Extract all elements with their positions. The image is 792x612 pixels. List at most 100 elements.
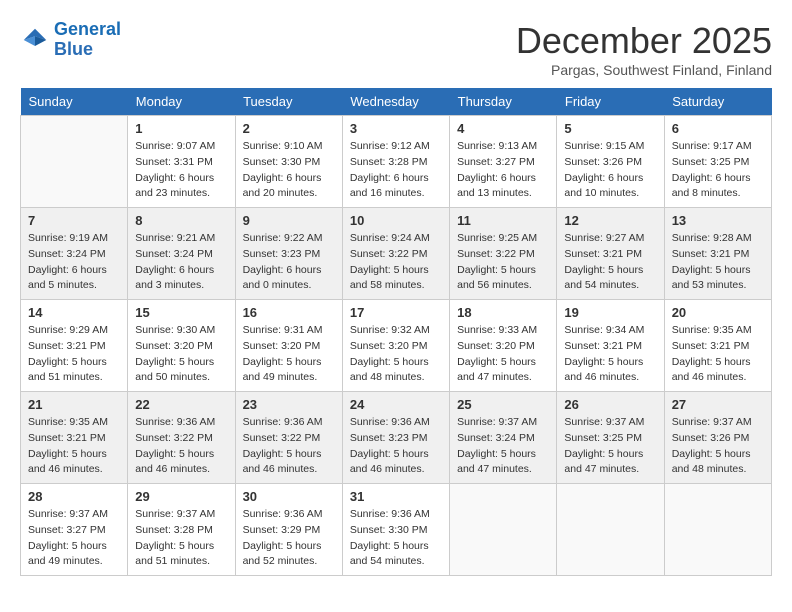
calendar-cell: 15 Sunrise: 9:30 AMSunset: 3:20 PMDayligh… bbox=[128, 300, 235, 392]
week-row-4: 21 Sunrise: 9:35 AMSunset: 3:21 PMDayligh… bbox=[21, 392, 772, 484]
calendar-cell: 9 Sunrise: 9:22 AMSunset: 3:23 PMDaylight… bbox=[235, 208, 342, 300]
calendar-cell: 22 Sunrise: 9:36 AMSunset: 3:22 PMDayligh… bbox=[128, 392, 235, 484]
day-info: Sunrise: 9:13 AMSunset: 3:27 PMDaylight:… bbox=[457, 139, 549, 202]
week-row-2: 7 Sunrise: 9:19 AMSunset: 3:24 PMDaylight… bbox=[21, 208, 772, 300]
logo: General Blue bbox=[20, 20, 121, 60]
day-info: Sunrise: 9:37 AMSunset: 3:27 PMDaylight:… bbox=[28, 507, 120, 570]
day-info: Sunrise: 9:34 AMSunset: 3:21 PMDaylight:… bbox=[564, 323, 656, 386]
calendar-cell: 10 Sunrise: 9:24 AMSunset: 3:22 PMDayligh… bbox=[342, 208, 449, 300]
calendar-cell: 14Sunrise: 9:29 AMSunset: 3:21 PMDayligh… bbox=[21, 300, 128, 392]
calendar-cell bbox=[21, 116, 128, 208]
day-info: Sunrise: 9:28 AMSunset: 3:21 PMDaylight:… bbox=[672, 231, 764, 294]
day-number: 26 bbox=[564, 397, 656, 412]
day-number: 30 bbox=[243, 489, 335, 504]
day-number: 28 bbox=[28, 489, 120, 504]
day-info: Sunrise: 9:19 AMSunset: 3:24 PMDaylight:… bbox=[28, 231, 120, 294]
day-number: 5 bbox=[564, 121, 656, 136]
calendar-cell: 1 Sunrise: 9:07 AMSunset: 3:31 PMDaylight… bbox=[128, 116, 235, 208]
calendar-cell: 29 Sunrise: 9:37 AMSunset: 3:28 PMDayligh… bbox=[128, 484, 235, 576]
day-info: Sunrise: 9:35 AMSunset: 3:21 PMDaylight:… bbox=[672, 323, 764, 386]
day-info: Sunrise: 9:36 AMSunset: 3:22 PMDaylight:… bbox=[243, 415, 335, 478]
day-number: 19 bbox=[564, 305, 656, 320]
day-info: Sunrise: 9:17 AMSunset: 3:25 PMDaylight:… bbox=[672, 139, 764, 202]
day-number: 16 bbox=[243, 305, 335, 320]
day-number: 7 bbox=[28, 213, 120, 228]
calendar-cell: 3Sunrise: 9:12 AMSunset: 3:28 PMDaylight… bbox=[342, 116, 449, 208]
calendar-cell bbox=[664, 484, 771, 576]
calendar-cell: 13 Sunrise: 9:28 AMSunset: 3:21 PMDayligh… bbox=[664, 208, 771, 300]
day-info: Sunrise: 9:35 AMSunset: 3:21 PMDaylight:… bbox=[28, 415, 120, 478]
day-info: Sunrise: 9:36 AMSunset: 3:23 PMDaylight:… bbox=[350, 415, 442, 478]
header-thursday: Thursday bbox=[450, 88, 557, 116]
day-info: Sunrise: 9:32 AMSunset: 3:20 PMDaylight:… bbox=[350, 323, 442, 386]
day-number: 8 bbox=[135, 213, 227, 228]
calendar-cell: 6 Sunrise: 9:17 AMSunset: 3:25 PMDaylight… bbox=[664, 116, 771, 208]
day-info: Sunrise: 9:15 AMSunset: 3:26 PMDaylight:… bbox=[564, 139, 656, 202]
day-info: Sunrise: 9:37 AMSunset: 3:28 PMDaylight:… bbox=[135, 507, 227, 570]
day-number: 25 bbox=[457, 397, 549, 412]
location: Pargas, Southwest Finland, Finland bbox=[516, 62, 772, 78]
day-number: 29 bbox=[135, 489, 227, 504]
calendar-cell: 28 Sunrise: 9:37 AMSunset: 3:27 PMDayligh… bbox=[21, 484, 128, 576]
day-info: Sunrise: 9:22 AMSunset: 3:23 PMDaylight:… bbox=[243, 231, 335, 294]
calendar-cell: 23 Sunrise: 9:36 AMSunset: 3:22 PMDayligh… bbox=[235, 392, 342, 484]
day-number: 9 bbox=[243, 213, 335, 228]
calendar-cell: 19 Sunrise: 9:34 AMSunset: 3:21 PMDayligh… bbox=[557, 300, 664, 392]
calendar-cell: 24Sunrise: 9:36 AMSunset: 3:23 PMDayligh… bbox=[342, 392, 449, 484]
day-number: 6 bbox=[672, 121, 764, 136]
day-number: 13 bbox=[672, 213, 764, 228]
calendar-header-row: SundayMondayTuesdayWednesdayThursdayFrid… bbox=[21, 88, 772, 116]
day-number: 17 bbox=[350, 305, 442, 320]
calendar-cell: 18 Sunrise: 9:33 AMSunset: 3:20 PMDayligh… bbox=[450, 300, 557, 392]
day-number: 10 bbox=[350, 213, 442, 228]
day-info: Sunrise: 9:36 AMSunset: 3:22 PMDaylight:… bbox=[135, 415, 227, 478]
day-number: 11 bbox=[457, 213, 549, 228]
calendar-cell: 4 Sunrise: 9:13 AMSunset: 3:27 PMDaylight… bbox=[450, 116, 557, 208]
day-info: Sunrise: 9:07 AMSunset: 3:31 PMDaylight:… bbox=[135, 139, 227, 202]
day-number: 22 bbox=[135, 397, 227, 412]
day-info: Sunrise: 9:37 AMSunset: 3:25 PMDaylight:… bbox=[564, 415, 656, 478]
header-monday: Monday bbox=[128, 88, 235, 116]
day-info: Sunrise: 9:30 AMSunset: 3:20 PMDaylight:… bbox=[135, 323, 227, 386]
month-title: December 2025 bbox=[516, 20, 772, 62]
day-info: Sunrise: 9:37 AMSunset: 3:26 PMDaylight:… bbox=[672, 415, 764, 478]
day-info: Sunrise: 9:25 AMSunset: 3:22 PMDaylight:… bbox=[457, 231, 549, 294]
calendar-cell: 31 Sunrise: 9:36 AMSunset: 3:30 PMDayligh… bbox=[342, 484, 449, 576]
day-info: Sunrise: 9:27 AMSunset: 3:21 PMDaylight:… bbox=[564, 231, 656, 294]
day-number: 23 bbox=[243, 397, 335, 412]
calendar-cell: 30Sunrise: 9:36 AMSunset: 3:29 PMDayligh… bbox=[235, 484, 342, 576]
day-number: 20 bbox=[672, 305, 764, 320]
day-number: 15 bbox=[135, 305, 227, 320]
day-info: Sunrise: 9:21 AMSunset: 3:24 PMDaylight:… bbox=[135, 231, 227, 294]
calendar-cell: 7 Sunrise: 9:19 AMSunset: 3:24 PMDaylight… bbox=[21, 208, 128, 300]
week-row-5: 28 Sunrise: 9:37 AMSunset: 3:27 PMDayligh… bbox=[21, 484, 772, 576]
logo-text: General Blue bbox=[54, 20, 121, 60]
calendar-cell: 26 Sunrise: 9:37 AMSunset: 3:25 PMDayligh… bbox=[557, 392, 664, 484]
day-number: 21 bbox=[28, 397, 120, 412]
day-number: 18 bbox=[457, 305, 549, 320]
day-info: Sunrise: 9:24 AMSunset: 3:22 PMDaylight:… bbox=[350, 231, 442, 294]
header-wednesday: Wednesday bbox=[342, 88, 449, 116]
calendar-cell: 27 Sunrise: 9:37 AMSunset: 3:26 PMDayligh… bbox=[664, 392, 771, 484]
day-info: Sunrise: 9:10 AMSunset: 3:30 PMDaylight:… bbox=[243, 139, 335, 202]
day-info: Sunrise: 9:36 AMSunset: 3:30 PMDaylight:… bbox=[350, 507, 442, 570]
calendar-cell: 2 Sunrise: 9:10 AMSunset: 3:30 PMDaylight… bbox=[235, 116, 342, 208]
header-tuesday: Tuesday bbox=[235, 88, 342, 116]
day-number: 4 bbox=[457, 121, 549, 136]
calendar-cell: 11 Sunrise: 9:25 AMSunset: 3:22 PMDayligh… bbox=[450, 208, 557, 300]
week-row-3: 14Sunrise: 9:29 AMSunset: 3:21 PMDayligh… bbox=[21, 300, 772, 392]
day-info: Sunrise: 9:33 AMSunset: 3:20 PMDaylight:… bbox=[457, 323, 549, 386]
day-number: 1 bbox=[135, 121, 227, 136]
calendar-cell: 8 Sunrise: 9:21 AMSunset: 3:24 PMDaylight… bbox=[128, 208, 235, 300]
header-saturday: Saturday bbox=[664, 88, 771, 116]
calendar-cell bbox=[450, 484, 557, 576]
day-number: 3 bbox=[350, 121, 442, 136]
day-number: 2 bbox=[243, 121, 335, 136]
day-number: 31 bbox=[350, 489, 442, 504]
title-block: December 2025 Pargas, Southwest Finland,… bbox=[516, 20, 772, 78]
day-info: Sunrise: 9:29 AMSunset: 3:21 PMDaylight:… bbox=[28, 323, 120, 386]
calendar-cell: 17 Sunrise: 9:32 AMSunset: 3:20 PMDayligh… bbox=[342, 300, 449, 392]
day-number: 27 bbox=[672, 397, 764, 412]
header-sunday: Sunday bbox=[21, 88, 128, 116]
calendar-cell: 12Sunrise: 9:27 AMSunset: 3:21 PMDayligh… bbox=[557, 208, 664, 300]
